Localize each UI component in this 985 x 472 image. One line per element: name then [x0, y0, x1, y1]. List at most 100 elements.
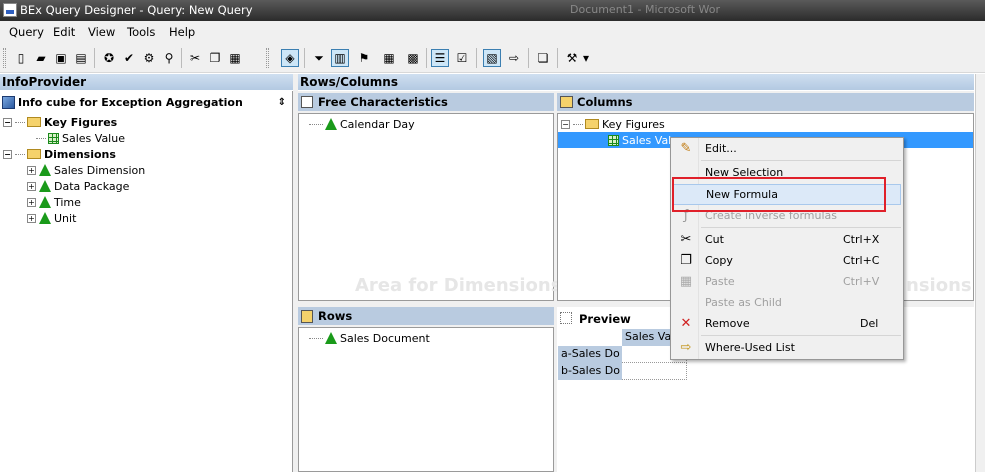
- collapse-icon[interactable]: −: [561, 119, 570, 129]
- properties-icon[interactable]: ☰: [431, 49, 449, 67]
- free-characteristics-title: Free Characteristics: [318, 95, 448, 109]
- ctx-copy[interactable]: ❐ Copy Ctrl+C: [673, 250, 901, 271]
- expand-icon[interactable]: +: [27, 181, 36, 191]
- ctx-label: Copy: [705, 254, 733, 267]
- columns-title: Columns: [577, 95, 633, 109]
- preview-icon: [560, 312, 572, 324]
- menu-bar: Query Edit View Tools Help: [0, 21, 985, 43]
- columns-icon: [560, 96, 573, 108]
- area-for-dimensions-watermark-right: nsions: [906, 275, 972, 296]
- tree-label: Key Figures: [44, 115, 118, 129]
- execute-icon[interactable]: ⚙: [140, 49, 158, 67]
- ctx-label: Paste: [705, 275, 735, 288]
- bex-query-designer-window: BEx Query Designer - Query: New Query Do…: [0, 0, 985, 472]
- preview-row-b: b-Sales Do: [558, 363, 622, 380]
- where-used-icon: ⇨: [680, 340, 692, 355]
- tree-label: Dimensions: [44, 147, 116, 161]
- new-icon[interactable]: ▯: [12, 49, 30, 67]
- ctx-remove[interactable]: ✕ Remove Del: [673, 313, 901, 334]
- menu-tools[interactable]: Tools: [127, 25, 155, 39]
- tree-node-data-package[interactable]: + Data Package: [27, 178, 129, 194]
- menu-edit[interactable]: Edit: [53, 25, 75, 39]
- dropdown-arrow-icon[interactable]: ▾: [581, 49, 591, 67]
- tree-node-unit[interactable]: + Unit: [27, 210, 76, 226]
- title-bar: BEx Query Designer - Query: New Query Do…: [0, 0, 985, 21]
- sort-arrows-icon[interactable]: ⇕: [278, 97, 286, 108]
- characteristic-icon: [39, 196, 51, 208]
- toolbar-grip: [3, 48, 6, 68]
- tree-label: Sales Value: [62, 131, 125, 145]
- free-characteristics-icon: [301, 96, 313, 108]
- rows-node-sales-document[interactable]: Sales Document: [309, 330, 430, 346]
- tree-label: Sales Document: [340, 331, 430, 345]
- ctx-shortcut: Ctrl+X: [843, 233, 880, 246]
- rows-panel[interactable]: Sales Document: [298, 327, 554, 472]
- documents-icon[interactable]: ❏: [534, 49, 552, 67]
- tree-node-sales-value[interactable]: Sales Value: [36, 130, 125, 146]
- messages-icon[interactable]: ☑: [453, 49, 471, 67]
- tree-label: Data Package: [54, 179, 130, 193]
- check-query-icon[interactable]: ✔: [120, 49, 138, 67]
- menu-help[interactable]: Help: [169, 25, 195, 39]
- ctx-label: Where-Used List: [705, 341, 795, 354]
- columns-node-key-figures[interactable]: − Key Figures: [561, 116, 665, 132]
- folder-icon: [27, 149, 41, 159]
- flag-icon[interactable]: ⚑: [355, 49, 373, 67]
- technical-names-icon[interactable]: ⚒: [563, 49, 581, 67]
- ctx-cut[interactable]: ✂ Cut Ctrl+X: [673, 229, 901, 250]
- highlight-annotation-box: [672, 177, 886, 212]
- scissors-icon: ✂: [680, 232, 692, 247]
- tasks-icon[interactable]: ▧: [483, 49, 501, 67]
- collapse-icon[interactable]: −: [3, 117, 12, 127]
- ctx-paste-as-child[interactable]: Paste as Child: [673, 292, 901, 313]
- expand-icon[interactable]: +: [27, 213, 36, 223]
- toolbar-grip-2: [266, 48, 269, 68]
- ctx-paste[interactable]: ▦ Paste Ctrl+V: [673, 271, 901, 292]
- ctx-label: Remove: [705, 317, 750, 330]
- tree-label: Unit: [54, 211, 77, 225]
- save-all-icon[interactable]: ▤: [72, 49, 90, 67]
- free-char-calendar-day[interactable]: Calendar Day: [309, 116, 415, 132]
- tree-node-dimensions[interactable]: − Dimensions: [3, 146, 116, 162]
- ctx-label: Paste as Child: [705, 296, 782, 309]
- copy-icon: ❐: [680, 253, 692, 268]
- expand-icon[interactable]: +: [27, 197, 36, 207]
- tree-label: Sales Val: [622, 133, 672, 147]
- ctx-label: Edit...: [705, 142, 737, 155]
- save-icon[interactable]: ▣: [52, 49, 70, 67]
- copy-icon[interactable]: ❐: [206, 49, 224, 67]
- infoprovider-pane: Info cube for Exception Aggregation ⇕ − …: [0, 91, 293, 472]
- infocube-name: Info cube for Exception Aggregation: [18, 95, 243, 109]
- key-figure-icon: [608, 134, 619, 146]
- paste-icon[interactable]: ▦: [226, 49, 244, 67]
- preview-cell-b: [622, 363, 687, 380]
- cut-icon[interactable]: ✂: [186, 49, 204, 67]
- tree-node-sales-dimension[interactable]: + Sales Dimension: [27, 162, 145, 178]
- context-menu: ✎ Edit... New Selection New Formula ƒ Cr…: [670, 137, 904, 360]
- open-icon[interactable]: ▰: [32, 49, 50, 67]
- tree-node-time[interactable]: + Time: [27, 194, 81, 210]
- menu-query[interactable]: Query: [9, 25, 44, 39]
- rows-icon: [301, 310, 313, 323]
- preview-title: Preview: [579, 312, 631, 326]
- rows-columns-view-icon[interactable]: ▥: [331, 49, 349, 67]
- conditions-icon[interactable]: ▩: [404, 49, 422, 67]
- infoprovider-view-icon[interactable]: ◈: [281, 49, 299, 67]
- ctx-edit[interactable]: ✎ Edit...: [673, 138, 901, 159]
- free-characteristics-panel[interactable]: Calendar Day Area for Dimensions: [298, 113, 561, 301]
- cells-icon[interactable]: ▦: [380, 49, 398, 67]
- characteristic-icon: [39, 212, 51, 224]
- infoprovider-header: InfoProvider: [0, 74, 293, 90]
- expand-icon[interactable]: +: [27, 165, 36, 175]
- infocube-selector[interactable]: Info cube for Exception Aggregation ⇕: [2, 94, 292, 110]
- toolbar: ▯ ▰ ▣ ▤ ✪ ✔ ⚙ ⚲ ✂ ❐ ▦ ◈ ⏷ ▥ ⚑ ▦ ▩ ☰ ☑ ▧ …: [0, 43, 985, 73]
- transport-icon[interactable]: ⚲: [160, 49, 178, 67]
- collapse-icon[interactable]: −: [3, 149, 12, 159]
- settings-icon[interactable]: ✪: [100, 49, 118, 67]
- menu-view[interactable]: View: [88, 25, 115, 39]
- ctx-where-used-list[interactable]: ⇨ Where-Used List: [673, 337, 901, 358]
- tree-label: Sales Dimension: [54, 163, 146, 177]
- tree-node-key-figures[interactable]: − Key Figures: [3, 114, 117, 130]
- filter-icon[interactable]: ⏷: [310, 49, 328, 67]
- where-used-toolbar-icon[interactable]: ⇨: [505, 49, 523, 67]
